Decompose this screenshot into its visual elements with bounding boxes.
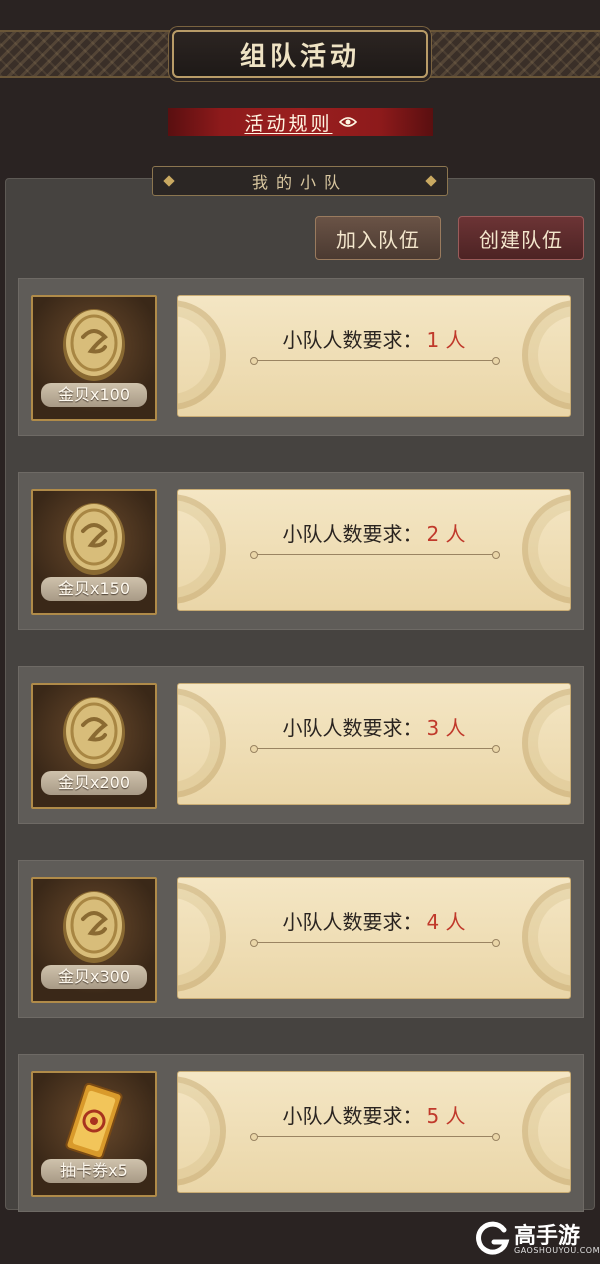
requirement-label: 小队人数要求： — [282, 522, 423, 546]
requirement-label: 小队人数要求： — [282, 1104, 423, 1128]
requirement-label: 小队人数要求： — [282, 328, 423, 352]
eye-icon — [338, 117, 357, 127]
reward-label: 金贝x150 — [41, 577, 147, 601]
gaoshouyou-logo-icon — [476, 1221, 510, 1255]
gold-coin-icon — [63, 697, 125, 769]
requirement-value: 2 人 — [426, 522, 466, 546]
divider-line — [250, 939, 500, 947]
reward-label: 金贝x100 — [41, 383, 147, 407]
reward-label: 抽卡券x5 — [41, 1159, 147, 1183]
diamond-ornament-icon — [425, 175, 437, 187]
rules-link[interactable]: 活动规则 — [168, 108, 433, 136]
rules-label: 活动规则 — [244, 112, 333, 135]
medal-ornament — [178, 882, 226, 992]
requirement-card: 小队人数要求： 4 人 — [177, 877, 571, 999]
requirement-value: 1 人 — [426, 328, 466, 352]
medal-ornament — [522, 882, 570, 992]
requirement-card: 小队人数要求： 5 人 — [177, 1071, 571, 1193]
requirement-card: 小队人数要求： 1 人 — [177, 295, 571, 417]
requirement-text: 小队人数要求： 4 人 — [178, 906, 570, 935]
create-team-button[interactable]: 创建队伍 — [458, 216, 584, 260]
reward-slot[interactable]: 金贝x200 — [31, 683, 157, 809]
requirement-label: 小队人数要求： — [282, 910, 423, 934]
reward-label: 金贝x200 — [41, 771, 147, 795]
medal-ornament — [522, 1076, 570, 1186]
task-row: 金贝x100 小队人数要求： 1 人 — [18, 278, 584, 436]
task-row: 金贝x300 小队人数要求： 4 人 — [18, 860, 584, 1018]
section-title: 我的小队 — [251, 173, 348, 192]
reward-slot[interactable]: 金贝x150 — [31, 489, 157, 615]
medal-ornament — [178, 300, 226, 410]
watermark: 高手游 GAOSHOUYOU.COM — [474, 1218, 600, 1258]
medal-ornament — [522, 688, 570, 798]
requirement-text: 小队人数要求： 3 人 — [178, 712, 570, 741]
diamond-ornament-icon — [163, 175, 175, 187]
task-row: 金贝x200 小队人数要求： 3 人 — [18, 666, 584, 824]
requirement-text: 小队人数要求： 5 人 — [178, 1100, 570, 1129]
requirement-card: 小队人数要求： 2 人 — [177, 489, 571, 611]
draw-ticket-icon — [65, 1083, 123, 1159]
watermark-domain: GAOSHOUYOU.COM — [514, 1246, 600, 1255]
reward-label: 金贝x300 — [41, 965, 147, 989]
requirement-value: 4 人 — [426, 910, 466, 934]
divider-line — [250, 1133, 500, 1141]
requirement-text: 小队人数要求： 2 人 — [178, 518, 570, 547]
requirement-text: 小队人数要求： 1 人 — [178, 324, 570, 353]
task-row: 金贝x150 小队人数要求： 2 人 — [18, 472, 584, 630]
divider-line — [250, 551, 500, 559]
requirement-label: 小队人数要求： — [282, 716, 423, 740]
requirement-value: 5 人 — [426, 1104, 466, 1128]
divider-line — [250, 357, 500, 365]
reward-slot[interactable]: 金贝x300 — [31, 877, 157, 1003]
medal-ornament — [178, 688, 226, 798]
requirement-value: 3 人 — [426, 716, 466, 740]
reward-slot[interactable]: 抽卡券x5 — [31, 1071, 157, 1197]
reward-slot[interactable]: 金贝x100 — [31, 295, 157, 421]
title-plate: 组队活动 — [172, 30, 428, 78]
section-header: 我的小队 — [152, 166, 448, 196]
medal-ornament — [178, 494, 226, 604]
task-row: 抽卡券x5 小队人数要求： 5 人 — [18, 1054, 584, 1212]
medal-ornament — [522, 300, 570, 410]
gold-coin-icon — [63, 309, 125, 381]
requirement-card: 小队人数要求： 3 人 — [177, 683, 571, 805]
page-title: 组队活动 — [239, 41, 360, 72]
gold-coin-icon — [63, 503, 125, 575]
medal-ornament — [522, 494, 570, 604]
divider-line — [250, 745, 500, 753]
medal-ornament — [178, 1076, 226, 1186]
gold-coin-icon — [63, 891, 125, 963]
join-team-button[interactable]: 加入队伍 — [315, 216, 441, 260]
